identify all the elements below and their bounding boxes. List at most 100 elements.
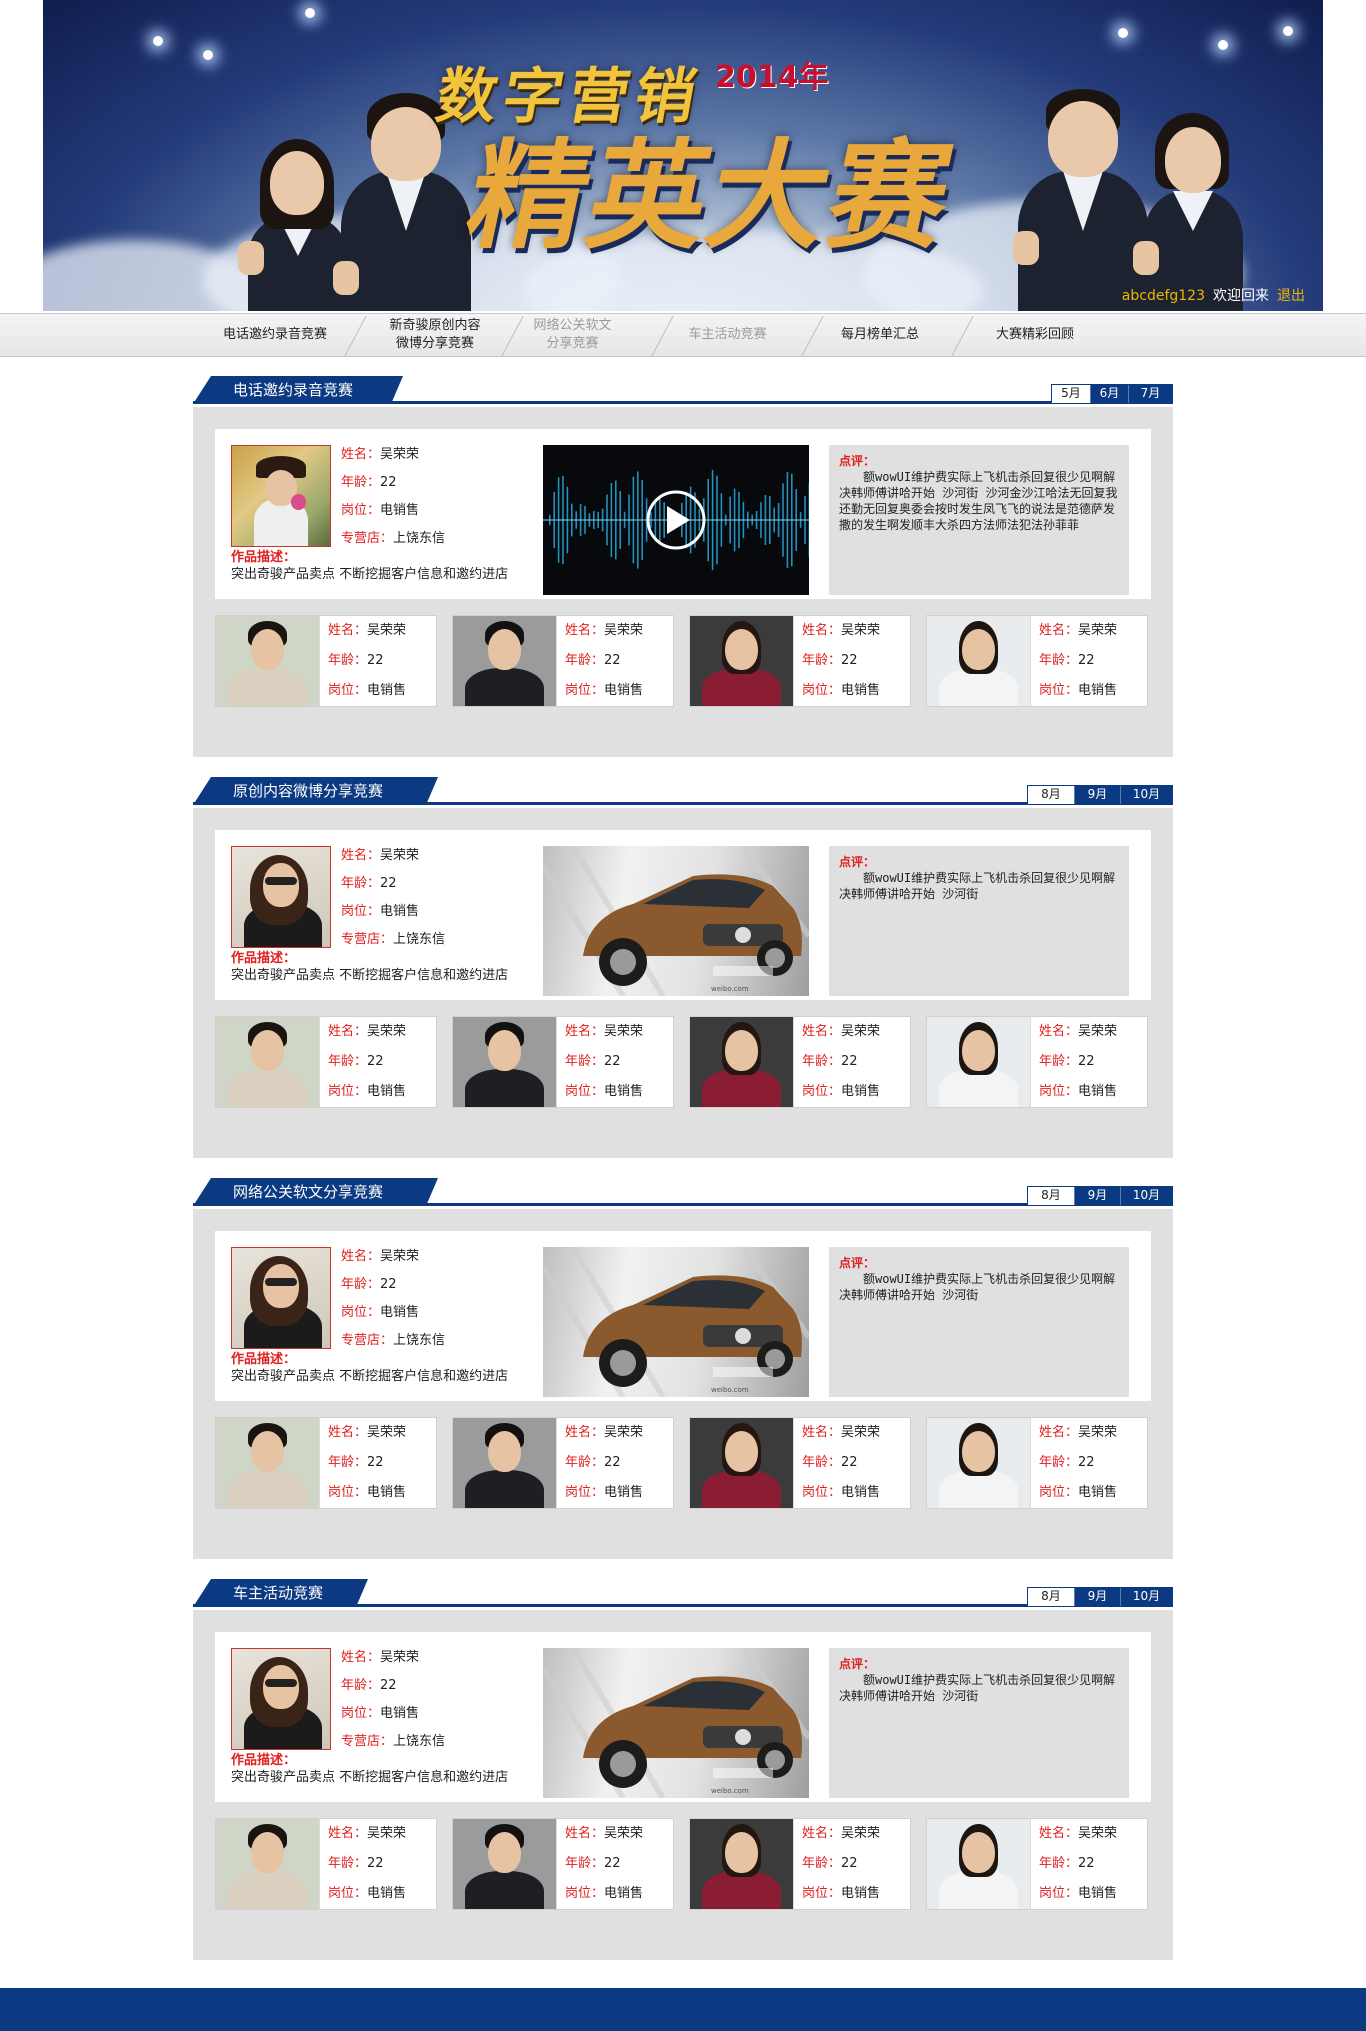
nav-item-owner-events[interactable]: 车主活动竞赛 bbox=[660, 314, 795, 356]
month-tab[interactable]: 10月 bbox=[1120, 786, 1172, 804]
desc-label: 作品描述： bbox=[231, 1753, 297, 1768]
age-label: 年龄： bbox=[328, 1856, 368, 1871]
position-label: 岗位： bbox=[565, 1084, 605, 1099]
featured-position: 电销售 bbox=[380, 904, 420, 919]
month-tab[interactable]: 10月 bbox=[1120, 1187, 1172, 1205]
age-label: 年龄： bbox=[565, 1856, 605, 1871]
contestant-card[interactable]: 姓名：吴荣荣 年龄：22 岗位：电销售 bbox=[452, 615, 674, 707]
featured-media[interactable]: weibo.com bbox=[543, 1648, 809, 1798]
contestant-name: 吴荣荣 bbox=[367, 1024, 407, 1039]
work-description: 作品描述： 突出奇骏产品卖点 不断挖掘客户信息和邀约进店 bbox=[231, 549, 571, 583]
featured-entry: 姓名：吴荣荣 年龄：22 岗位：电销售 专营店：上饶东信 作品描述： 突出奇骏产品卖点 不… bbox=[215, 830, 1151, 1000]
contestant-card[interactable]: 姓名：吴荣荣 年龄：22 岗位：电销售 bbox=[689, 1818, 911, 1910]
nav-item-monthly-ranking[interactable]: 每月榜单汇总 bbox=[810, 314, 950, 356]
contestant-age: 22 bbox=[604, 1856, 621, 1871]
name-label: 姓名： bbox=[341, 1650, 381, 1665]
section-header: 网络公关软文分享竞赛 8月 9月 10月 bbox=[193, 1178, 1173, 1206]
store-label: 专营店： bbox=[341, 1333, 394, 1348]
month-tab[interactable]: 8月 bbox=[1028, 786, 1074, 804]
car-image: weibo.com bbox=[543, 1247, 809, 1397]
play-icon[interactable] bbox=[648, 492, 704, 548]
comment-label: 点评： bbox=[839, 1256, 876, 1270]
featured-media[interactable] bbox=[543, 445, 809, 595]
contestant-card[interactable]: 姓名：吴荣荣 年龄：22 岗位：电销售 bbox=[926, 615, 1148, 707]
age-label: 年龄： bbox=[341, 475, 381, 490]
age-label: 年龄： bbox=[1039, 1054, 1079, 1069]
featured-position: 电销售 bbox=[380, 1706, 420, 1721]
month-tab[interactable]: 9月 bbox=[1074, 1588, 1120, 1606]
contest-section: 原创内容微博分享竞赛 8月 9月 10月 姓名：吴荣荣 年龄：22 岗位：电销售 专营店：上饶… bbox=[193, 777, 1173, 1158]
month-tab[interactable]: 7月 bbox=[1128, 385, 1172, 403]
contest-section: 网络公关软文分享竞赛 8月 9月 10月 姓名：吴荣荣 年龄：22 岗位：电销售 专营店：上饶… bbox=[193, 1178, 1173, 1559]
contestant-card[interactable]: 姓名：吴荣荣 年龄：22 岗位：电销售 bbox=[215, 1417, 437, 1509]
age-label: 年龄： bbox=[341, 1678, 381, 1693]
position-label: 岗位： bbox=[328, 1886, 368, 1901]
contestant-position: 电销售 bbox=[841, 1886, 881, 1901]
contestant-card[interactable]: 姓名：吴荣荣 年龄：22 岗位：电销售 bbox=[215, 1818, 437, 1910]
contestant-card[interactable]: 姓名：吴荣荣 年龄：22 岗位：电销售 bbox=[689, 1016, 911, 1108]
contestant-card[interactable]: 姓名：吴荣荣 年龄：22 岗位：电销售 bbox=[215, 1016, 437, 1108]
featured-name: 吴荣荣 bbox=[380, 447, 420, 462]
contestant-card[interactable]: 姓名：吴荣荣 年龄：22 岗位：电销售 bbox=[926, 1016, 1148, 1108]
age-label: 年龄： bbox=[1039, 1455, 1079, 1470]
age-label: 年龄： bbox=[802, 1054, 842, 1069]
contestant-list: 姓名：吴荣荣 年龄：22 岗位：电销售 姓名：吴荣荣 年龄：22 岗位：电销售 姓名：吴荣荣… bbox=[215, 1818, 1151, 1910]
contestant-name: 吴荣荣 bbox=[604, 1826, 644, 1841]
age-label: 年龄： bbox=[565, 653, 605, 668]
contestant-name: 吴荣荣 bbox=[1078, 1425, 1118, 1440]
position-label: 岗位： bbox=[328, 1084, 368, 1099]
contestant-card[interactable]: 姓名：吴荣荣 年龄：22 岗位：电销售 bbox=[689, 1417, 911, 1509]
contestant-age: 22 bbox=[604, 1455, 621, 1470]
contestant-card[interactable]: 姓名：吴荣荣 年龄：22 岗位：电销售 bbox=[689, 615, 911, 707]
comment-label: 点评： bbox=[839, 1657, 876, 1671]
contestant-photo bbox=[927, 1017, 1031, 1107]
desc-text: 突出奇骏产品卖点 不断挖掘客户信息和邀约进店 bbox=[231, 567, 509, 582]
contestant-position: 电销售 bbox=[1078, 1485, 1118, 1500]
section-body: 姓名：吴荣荣 年龄：22 岗位：电销售 专营店：上饶东信 作品描述： 突出奇骏产品卖点 不… bbox=[193, 1209, 1173, 1559]
nav-item-phone-recording[interactable]: 电话邀约录音竞赛 bbox=[200, 314, 350, 356]
month-tab[interactable]: 10月 bbox=[1120, 1588, 1172, 1606]
contestant-photo bbox=[927, 1418, 1031, 1508]
contestant-photo bbox=[927, 1819, 1031, 1909]
contestant-card[interactable]: 姓名：吴荣荣 年龄：22 岗位：电销售 bbox=[926, 1417, 1148, 1509]
nav-item-weibo-sharing[interactable]: 新奇骏原创内容 微博分享竞赛 bbox=[360, 314, 510, 356]
contestant-card[interactable]: 姓名：吴荣荣 年龄：22 岗位：电销售 bbox=[452, 1818, 674, 1910]
username[interactable]: abcdefg123 bbox=[1122, 288, 1205, 304]
spotlight-icon bbox=[1283, 26, 1293, 36]
month-tab[interactable]: 6月 bbox=[1090, 385, 1128, 403]
month-tab[interactable]: 5月 bbox=[1052, 385, 1090, 403]
featured-media[interactable]: weibo.com bbox=[543, 1247, 809, 1397]
svg-text:weibo.com: weibo.com bbox=[711, 1787, 749, 1795]
work-description: 作品描述： 突出奇骏产品卖点 不断挖掘客户信息和邀约进店 bbox=[231, 1351, 571, 1385]
comment-text: 额wowUI维护费实际上飞机击杀回复很少见啊解决韩师傅讲哈开始 沙河街 bbox=[839, 1272, 1116, 1302]
age-label: 年龄： bbox=[328, 1455, 368, 1470]
nav-item-highlights[interactable]: 大赛精彩回顾 bbox=[960, 314, 1110, 356]
contestant-card[interactable]: 姓名：吴荣荣 年龄：22 岗位：电销售 bbox=[926, 1818, 1148, 1910]
contestant-photo bbox=[690, 616, 794, 706]
featured-name: 吴荣荣 bbox=[380, 848, 420, 863]
contestant-age: 22 bbox=[1078, 1455, 1095, 1470]
featured-store: 上饶东信 bbox=[393, 1734, 446, 1749]
spotlight-icon bbox=[1118, 28, 1128, 38]
age-label: 年龄： bbox=[802, 1856, 842, 1871]
month-tab[interactable]: 9月 bbox=[1074, 786, 1120, 804]
month-tab[interactable]: 8月 bbox=[1028, 1588, 1074, 1606]
age-label: 年龄： bbox=[565, 1455, 605, 1470]
contestant-photo bbox=[216, 1819, 320, 1909]
contestant-card[interactable]: 姓名：吴荣荣 年龄：22 岗位：电销售 bbox=[452, 1016, 674, 1108]
comment-label: 点评： bbox=[839, 454, 876, 468]
contestant-age: 22 bbox=[367, 1455, 384, 1470]
contestant-name: 吴荣荣 bbox=[1078, 1024, 1118, 1039]
audio-video-player[interactable] bbox=[543, 445, 809, 595]
nav-item-pr-articles[interactable]: 网络公关软文 分享竞赛 bbox=[510, 314, 635, 356]
month-tab[interactable]: 8月 bbox=[1028, 1187, 1074, 1205]
contestant-card[interactable]: 姓名：吴荣荣 年龄：22 岗位：电销售 bbox=[452, 1417, 674, 1509]
contestant-position: 电销售 bbox=[604, 1084, 644, 1099]
month-switcher: 8月 9月 10月 bbox=[1027, 785, 1173, 805]
featured-age: 22 bbox=[380, 475, 397, 490]
month-tab[interactable]: 9月 bbox=[1074, 1187, 1120, 1205]
featured-media[interactable]: weibo.com bbox=[543, 846, 809, 996]
contestant-card[interactable]: 姓名：吴荣荣 年龄：22 岗位：电销售 bbox=[215, 615, 437, 707]
logout-link[interactable]: 退出 bbox=[1277, 288, 1305, 304]
contestant-age: 22 bbox=[1078, 653, 1095, 668]
